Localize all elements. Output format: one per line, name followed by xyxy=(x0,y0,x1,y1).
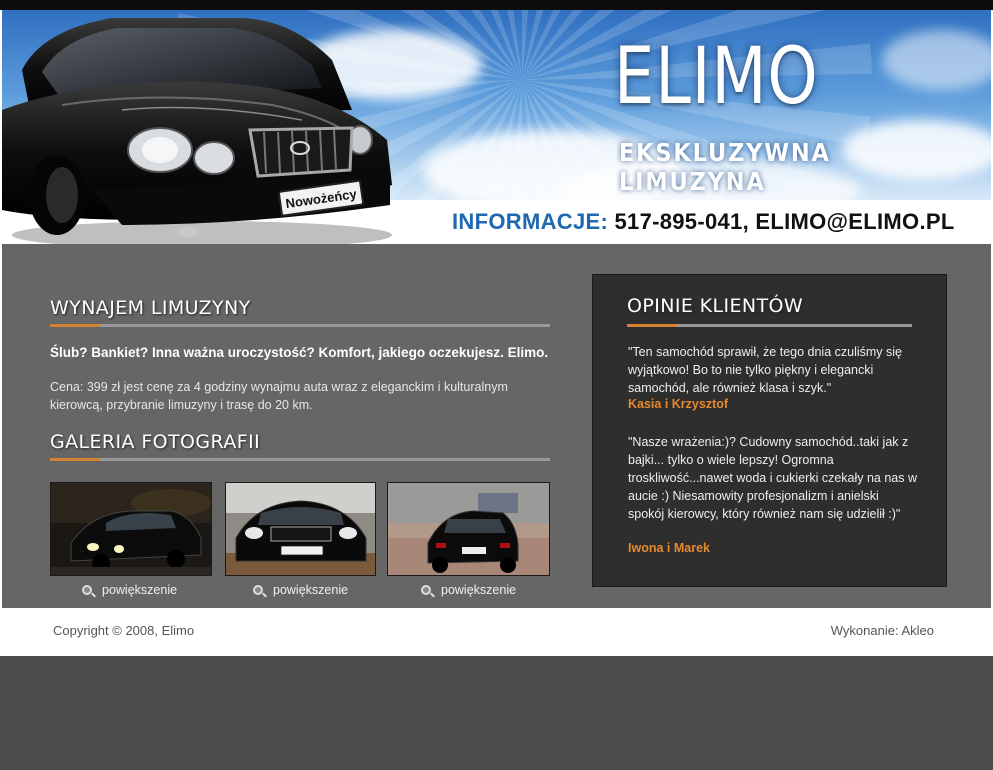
rental-title: WYNAJEM LIMUZYNY xyxy=(50,297,251,319)
zoom-link-3[interactable]: powiększenie xyxy=(421,583,516,597)
site-footer: Copyright © 2008, Elimo Wykonanie: Akleo xyxy=(2,608,991,654)
magnifier-icon xyxy=(253,585,263,595)
magnifier-icon xyxy=(421,585,431,595)
gallery-title-rule xyxy=(50,458,550,461)
credit-link[interactable]: Wykonanie: Akleo xyxy=(831,623,934,638)
gallery-thumb-2[interactable] xyxy=(225,482,376,576)
magnifier-icon xyxy=(82,585,92,595)
testimonial-author-1: Kasia i Krzysztof xyxy=(628,397,729,411)
limousine-illustration: Nowożeńcy xyxy=(2,18,392,244)
page-frame: Nowożeńcy ELIMO EKSKLUZYWNA LIMUZYNA INF… xyxy=(0,10,993,656)
car-photo-rear xyxy=(388,483,549,575)
gallery-thumb-3[interactable] xyxy=(387,482,550,576)
testimonials-panel: OPINIE KLIENTÓW "Ten samochód sprawił, ż… xyxy=(592,274,947,587)
copyright-text: Copyright © 2008, Elimo xyxy=(53,623,195,638)
brand-tagline: EKSKLUZYWNA LIMUZYNA xyxy=(619,138,831,196)
rental-price-text: Cena: 399 zł jest cenę za 4 godziny wyna… xyxy=(50,380,508,412)
testimonial-quote-2: "Nasze wrażenia:)? Cudowny samochód..tak… xyxy=(628,435,918,521)
testimonial-quote-1: "Ten samochód sprawił, że tego dnia czul… xyxy=(628,345,903,395)
site-header: Nowożeńcy ELIMO EKSKLUZYWNA LIMUZYNA INF… xyxy=(2,10,991,244)
brand-logo: ELIMO xyxy=(614,32,819,122)
car-photo-front xyxy=(226,483,375,575)
testimonials-title: OPINIE KLIENTÓW xyxy=(627,295,804,317)
contact-label: INFORMACJE: xyxy=(452,209,609,234)
testimonial-author-2: Iwona i Marek xyxy=(628,541,710,555)
gallery-title: GALERIA FOTOGRAFII xyxy=(50,431,261,453)
rental-lead: Ślub? Bankiet? Inna ważna uroczystość? K… xyxy=(50,345,549,360)
zoom-link-1[interactable]: powiększenie xyxy=(82,583,177,597)
gallery-thumb-1[interactable] xyxy=(50,482,212,576)
testimonials-title-rule xyxy=(627,324,912,327)
car-photo-night xyxy=(51,483,211,575)
contact-info: INFORMACJE: 517-895-041, ELIMO@ELIMO.PL xyxy=(452,209,955,235)
contact-value[interactable]: 517-895-041, ELIMO@ELIMO.PL xyxy=(615,209,955,234)
main-content: WYNAJEM LIMUZYNY Ślub? Bankiet? Inna waż… xyxy=(2,244,991,608)
rental-title-rule xyxy=(50,324,550,327)
zoom-link-2[interactable]: powiększenie xyxy=(253,583,348,597)
top-black-strip xyxy=(0,0,993,10)
